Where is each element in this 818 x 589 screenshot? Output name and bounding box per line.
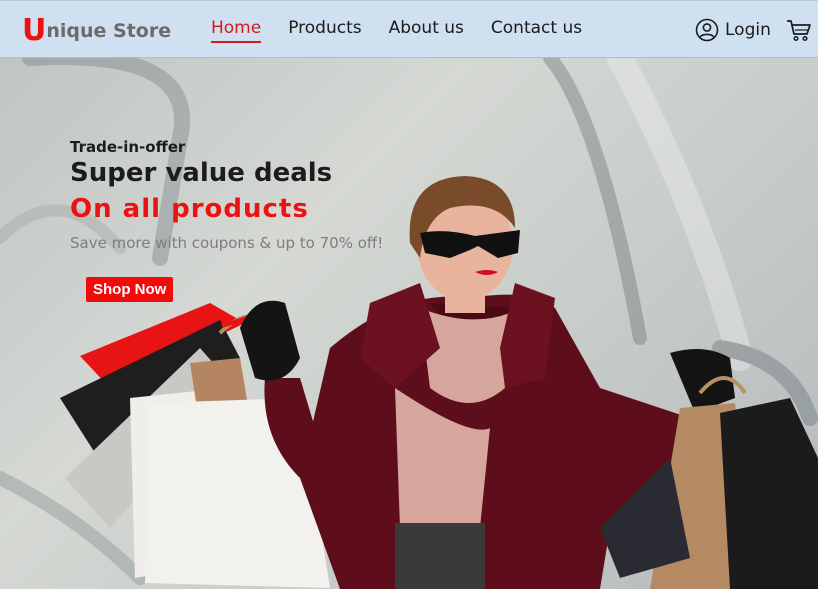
cart-button[interactable] (786, 18, 812, 46)
user-circle-icon (695, 18, 719, 42)
nav-contact[interactable]: Contact us (491, 18, 582, 43)
nav-about[interactable]: About us (389, 18, 464, 43)
cart-icon (787, 20, 811, 42)
site-header: Unique Store Home Products About us Cont… (0, 0, 818, 58)
login-label: Login (725, 20, 771, 40)
brand-initial: U (22, 13, 47, 48)
nav-products[interactable]: Products (288, 18, 361, 43)
shop-now-button[interactable]: Shop Now (86, 277, 174, 302)
hero-headline: Super value deals (70, 158, 333, 188)
nav-home[interactable]: Home (211, 18, 262, 43)
hero-subtext: Save more with coupons & up to 70% off! (70, 234, 384, 252)
login-link[interactable]: Login (695, 18, 771, 42)
main-nav: Home Products About us Contact us (211, 18, 582, 43)
brand-name: nique Store (46, 20, 172, 42)
brand-logo[interactable]: Unique Store (22, 13, 171, 48)
hero-highlight: On all products (70, 194, 309, 224)
hero-eyebrow: Trade-in-offer (70, 138, 186, 156)
hero-copy: Trade-in-offer Super value deals On all … (70, 138, 383, 252)
hero-banner: Trade-in-offer Super value deals On all … (0, 58, 818, 589)
